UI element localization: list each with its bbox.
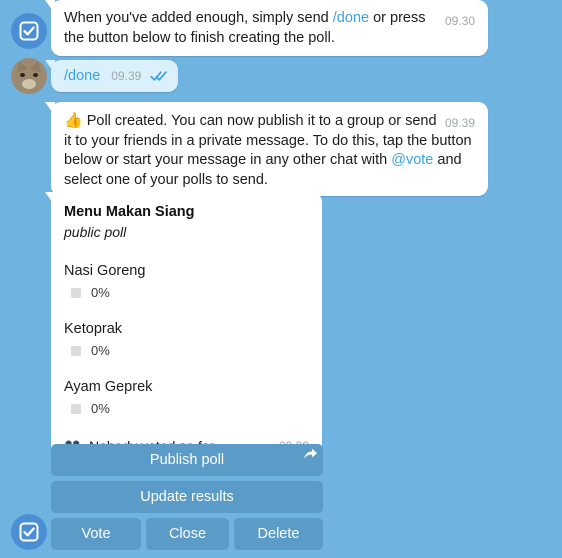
poll-card[interactable]: Menu Makan Siang public poll Nasi Goreng… [51, 192, 322, 463]
avatar-ear-left-icon [13, 59, 29, 73]
delete-button[interactable]: Delete [234, 518, 323, 550]
poll-option[interactable]: Nasi Goreng 0% [64, 262, 309, 300]
message-text: 09.39 👍 Poll created. You can now publish… [51, 102, 488, 196]
poll-title: Menu Makan Siang [64, 204, 195, 220]
poll-option[interactable]: Ayam Geprek 0% [64, 378, 309, 416]
poll-option-label: Ayam Geprek [64, 379, 153, 395]
vote-button[interactable]: Vote [51, 518, 141, 550]
message-text: 09.30 When you've added enough, simply se… [51, 0, 488, 56]
avatar-ear-right-icon [29, 59, 45, 73]
message-timestamp: 09.39 [111, 69, 142, 83]
publish-poll-button[interactable]: Publish poll [51, 444, 323, 476]
poll-option-bar [71, 287, 81, 298]
avatar-eye-right-icon [33, 73, 38, 77]
poll-option-bar [71, 403, 81, 414]
update-results-button[interactable]: Update results [51, 481, 323, 513]
poll-option-bar [71, 345, 81, 356]
poll-option-percent: 0% [91, 343, 110, 358]
publish-poll-label: Publish poll [149, 452, 225, 468]
message-bubble-intro[interactable]: 09.30 When you've added enough, simply se… [51, 0, 488, 56]
poll-option-result: 0% [64, 401, 309, 416]
message-timestamp: 09.39 [444, 116, 475, 130]
poll-option-result: 0% [64, 343, 309, 358]
share-arrow-icon [303, 447, 318, 464]
vote-label: Vote [81, 526, 111, 542]
checkbox-icon [19, 21, 39, 41]
done-command-text[interactable]: /done [64, 68, 100, 84]
close-button[interactable]: Close [146, 518, 229, 550]
message-bubble-poll-created[interactable]: 09.39 👍 Poll created. You can now publish… [51, 102, 488, 196]
thumbs-up-icon: 👍 [64, 112, 83, 129]
avatar-muzzle-icon [22, 79, 36, 89]
poll-option-label: Ketoprak [64, 321, 123, 337]
poll-option-percent: 0% [91, 285, 110, 300]
poll-subtitle: public poll [64, 224, 127, 240]
done-command-link[interactable]: /done [333, 10, 369, 26]
avatar-eye-left-icon [20, 73, 25, 77]
chat-view: 09.30 When you've added enough, simply se… [0, 0, 562, 558]
vote-mention-link[interactable]: @vote [391, 152, 433, 168]
poll-option[interactable]: Ketoprak 0% [64, 320, 309, 358]
checkbox-icon [19, 522, 39, 542]
poll-option-label: Nasi Goreng [64, 263, 146, 279]
read-receipt-double-check-icon [150, 70, 168, 82]
avatar-bot[interactable] [11, 514, 47, 550]
delete-label: Delete [257, 526, 300, 542]
avatar-user[interactable] [11, 58, 47, 94]
message-timestamp: 09.30 [444, 14, 475, 28]
avatar-bot[interactable] [11, 13, 47, 49]
close-label: Close [168, 526, 207, 542]
update-results-label: Update results [140, 489, 234, 505]
message-text-before-link: When you've added enough, simply send [64, 10, 333, 26]
poll-option-percent: 0% [91, 401, 110, 416]
message-bubble-done[interactable]: /done 09.39 [51, 60, 179, 92]
poll-option-result: 0% [64, 285, 309, 300]
